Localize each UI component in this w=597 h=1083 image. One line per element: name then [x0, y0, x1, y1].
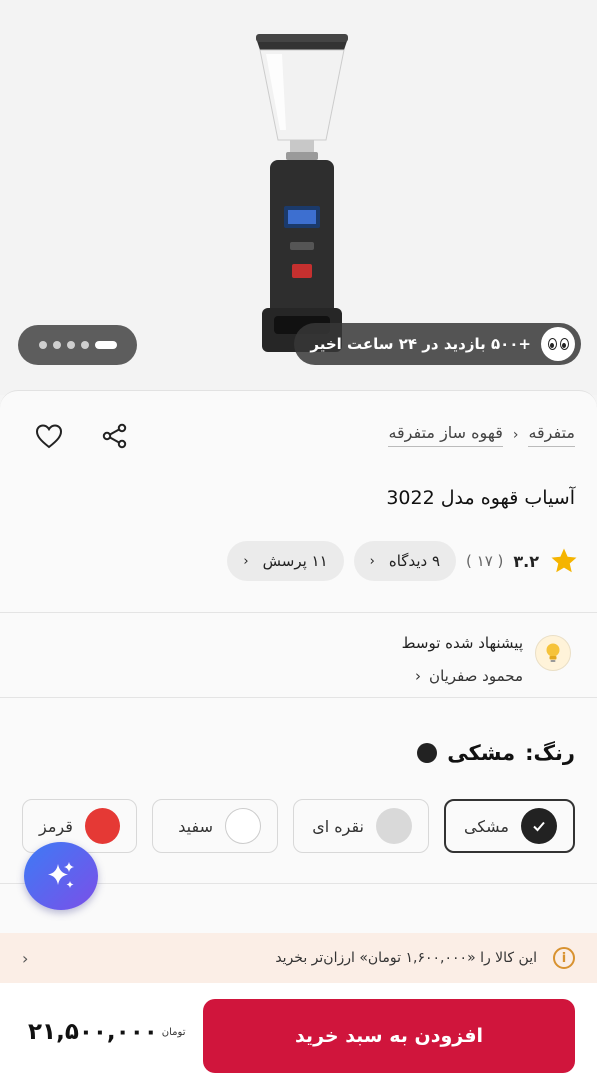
breadcrumb-item[interactable]: متفرقه — [528, 423, 575, 447]
chevron-left-icon: ‹ — [415, 667, 422, 685]
chevron-left-icon: ‹ — [369, 553, 375, 569]
selected-color-dot — [417, 743, 438, 763]
color-option-label: قرمز — [39, 816, 73, 836]
color-option-silver[interactable]: نقره ای — [293, 799, 429, 853]
color-swatch — [84, 808, 120, 844]
slide-dot[interactable] — [52, 341, 61, 349]
lightbulb-icon — [535, 635, 571, 671]
color-swatch — [376, 808, 412, 844]
color-heading-prefix: رنگ: — [525, 741, 575, 765]
breadcrumb: متفرقه ‹ قهوه ساز متفرقه — [388, 423, 575, 447]
rating-count: ( ۱۷ ) — [466, 552, 504, 570]
sparkles-icon — [48, 862, 74, 888]
eyes-icon — [541, 327, 575, 361]
breadcrumb-item[interactable]: قهوه ساز متفرقه — [388, 423, 503, 447]
price-value: ۲۱,۵۰۰,۰۰۰ — [28, 1019, 158, 1045]
color-option-white[interactable]: سفید — [152, 799, 278, 853]
product-image — [256, 34, 348, 352]
price: ۲۱,۵۰۰,۰۰۰ تومان — [28, 1019, 185, 1045]
recent-views-text: +۵۰۰ بازدید در ۲۴ ساعت اخیر — [310, 335, 531, 353]
reviews-chip-label: ۹ دیدگاه — [388, 552, 441, 570]
color-swatch — [225, 808, 261, 844]
suggested-by-link[interactable]: محمود صفریان ‹ — [415, 667, 523, 685]
chevron-left-icon: ‹ — [22, 948, 29, 968]
color-option-label: نقره ای — [312, 816, 364, 836]
suggested-by-name: محمود صفریان — [429, 667, 523, 685]
color-heading: رنگ: مشکی — [417, 741, 575, 765]
suggested-by-label: پیشنهاد شده توسط — [401, 634, 523, 652]
product-title: آسیاب قهوه مدل 3022 — [386, 487, 575, 509]
questions-chip[interactable]: ۱۱ پرسش ‹ — [227, 541, 344, 581]
color-option-black[interactable]: مشکی — [444, 799, 575, 853]
questions-chip-label: ۱۱ پرسش — [262, 552, 328, 570]
divider — [0, 612, 597, 613]
slide-dot[interactable] — [80, 341, 89, 349]
product-gallery[interactable]: +۵۰۰ بازدید در ۲۴ ساعت اخیر — [0, 0, 597, 395]
rating-value: ۳.۲ — [513, 551, 539, 571]
rating-row: ۳.۲ ( ۱۷ ) ۹ دیدگاه ‹ ۱۱ پرسش ‹ — [227, 541, 579, 581]
reviews-chip[interactable]: ۹ دیدگاه ‹ — [353, 541, 457, 581]
divider — [0, 697, 597, 698]
checkmark-icon — [521, 808, 557, 844]
chevron-left-icon: ‹ — [243, 553, 249, 569]
slide-dot[interactable] — [38, 341, 47, 349]
heart-icon[interactable] — [34, 421, 64, 451]
recent-views-badge: +۵۰۰ بازدید در ۲۴ ساعت اخیر — [294, 323, 581, 365]
ai-assistant-button[interactable] — [24, 842, 98, 910]
share-icon[interactable] — [100, 421, 130, 451]
star-icon — [551, 548, 577, 573]
add-to-cart-button[interactable]: افزودن به سبد خرید — [203, 999, 575, 1073]
info-icon: i — [553, 947, 575, 969]
slide-indicator[interactable] — [18, 325, 137, 365]
color-option-red[interactable]: قرمز — [22, 799, 137, 853]
currency-label: تومان — [161, 1026, 186, 1038]
color-option-label: مشکی — [463, 816, 509, 836]
cheaper-offer-banner[interactable]: i این کالا را «۱,۶۰۰,۰۰۰ تومان» ارزان‌تر… — [0, 933, 597, 983]
chevron-left-icon: ‹ — [512, 427, 519, 443]
color-heading-value: مشکی — [447, 741, 516, 765]
cheaper-offer-text: این کالا را «۱,۶۰۰,۰۰۰ تومان» ارزان‌تر ب… — [275, 950, 537, 966]
bottom-buy-bar: افزودن به سبد خرید ۲۱,۵۰۰,۰۰۰ تومان — [0, 983, 597, 1083]
color-option-label: سفید — [178, 816, 213, 836]
product-info-card: متفرقه ‹ قهوه ساز متفرقه آسیاب قهوه مدل … — [0, 390, 597, 990]
slide-dot[interactable] — [66, 341, 75, 349]
slide-dot-active[interactable] — [94, 341, 117, 349]
